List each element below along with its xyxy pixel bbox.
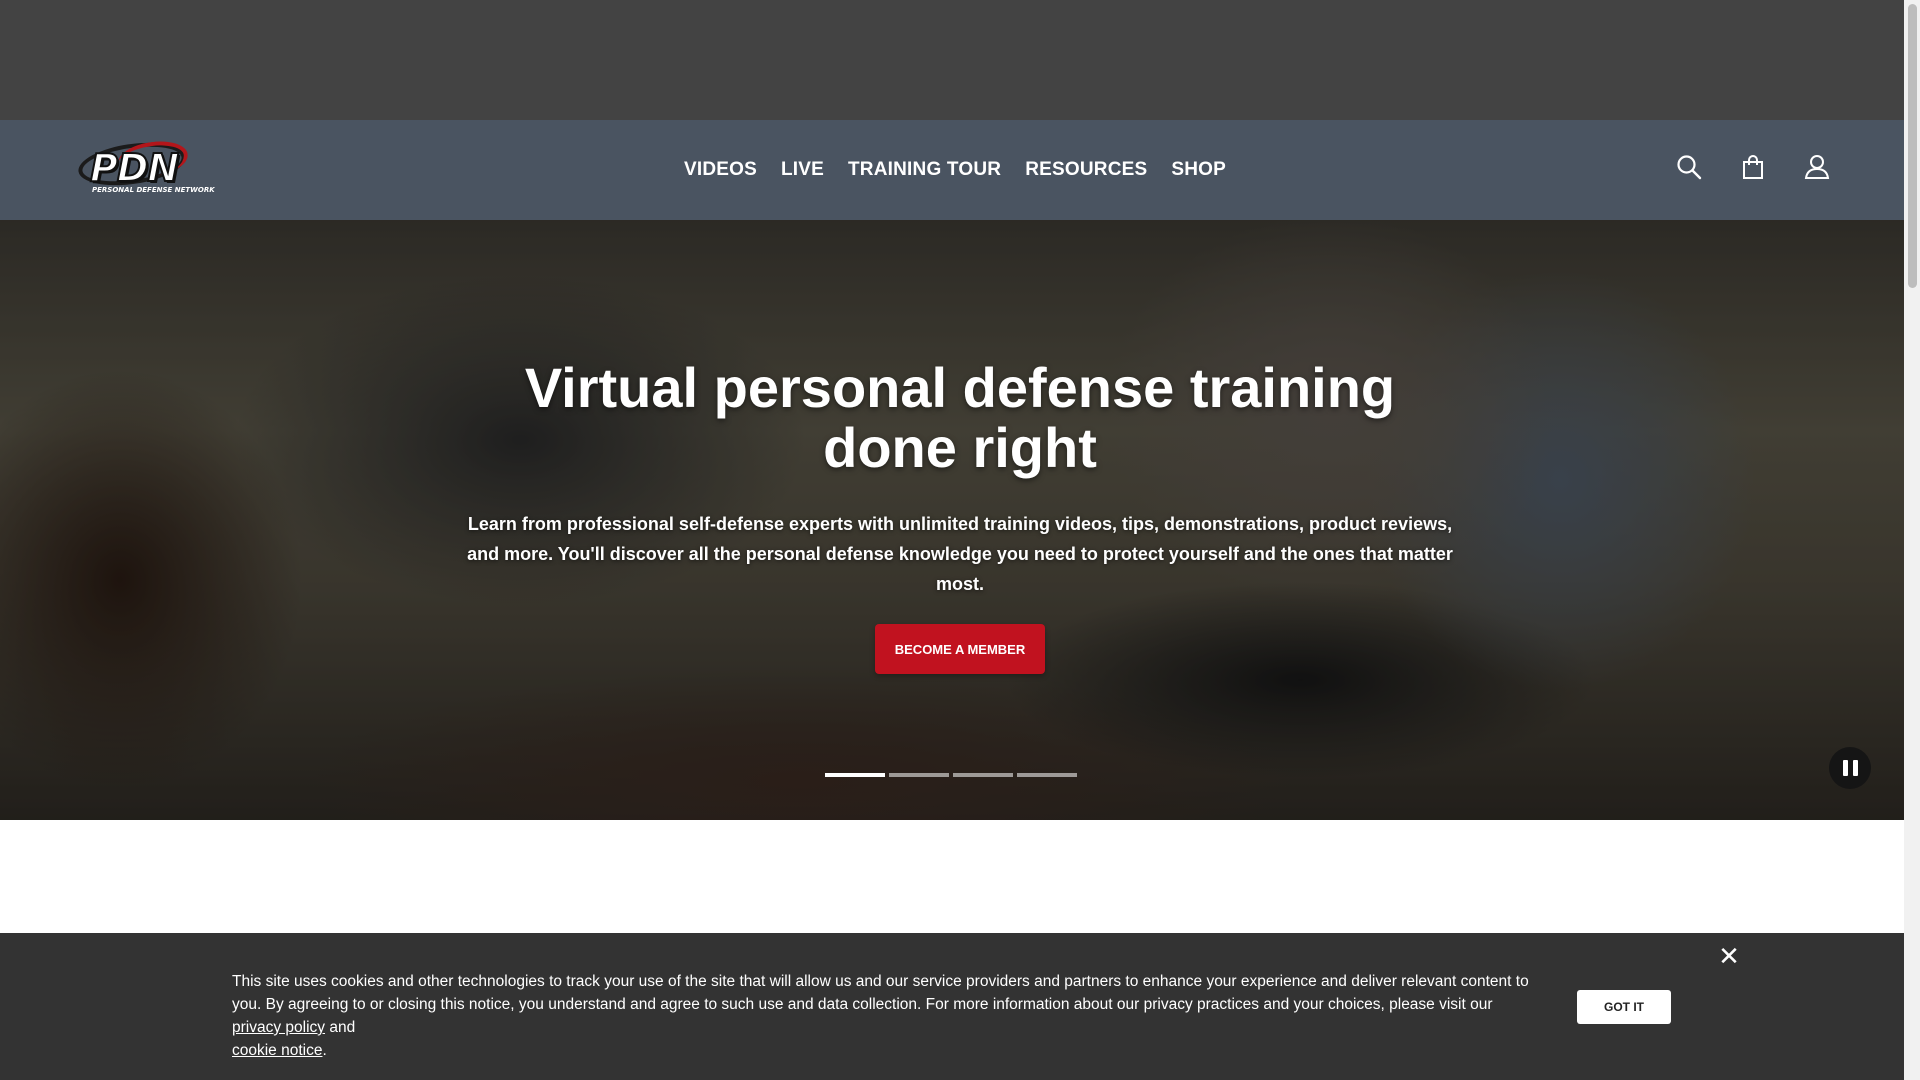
nav-item-training-tour[interactable]: TRAINING TOUR xyxy=(848,159,1001,181)
hero-carousel: Virtual personal defense training done r… xyxy=(0,220,1904,820)
carousel-dot[interactable] xyxy=(889,773,949,777)
carousel-dot[interactable] xyxy=(1017,773,1077,777)
carousel-indicators xyxy=(825,773,1077,777)
nav-item-resources[interactable]: RESOURCES xyxy=(1025,159,1147,181)
header-actions xyxy=(1674,150,1832,184)
search-icon[interactable] xyxy=(1674,150,1704,184)
become-a-member-button[interactable]: BECOME A MEMBER xyxy=(875,624,1045,674)
user-icon[interactable] xyxy=(1802,150,1832,184)
cookie-notice-link[interactable]: cookie notice xyxy=(232,1042,322,1059)
pause-icon xyxy=(1842,760,1848,776)
main-nav: VIDEOS LIVE TRAINING TOUR RESOURCES SHOP xyxy=(0,120,1904,220)
hero-title: Virtual personal defense training done r… xyxy=(524,356,1396,479)
cookie-notice: ✕ This site uses cookies and other techn… xyxy=(0,933,1904,1080)
got-it-button[interactable]: GOT IT xyxy=(1577,990,1671,1024)
cookie-notice-text: This site uses cookies and other technol… xyxy=(232,973,1529,1059)
nav-item-videos[interactable]: VIDEOS xyxy=(684,159,757,181)
scrollbar-thumb[interactable] xyxy=(1908,4,1917,288)
pause-button[interactable] xyxy=(1829,747,1871,789)
close-icon[interactable]: ✕ xyxy=(1716,943,1742,969)
shopping-bag-icon[interactable] xyxy=(1738,150,1768,184)
privacy-policy-link[interactable]: privacy policy xyxy=(232,1019,325,1036)
scrollbar[interactable] xyxy=(1904,0,1920,1080)
site-header: PDN PERSONAL DEFENSE NETWORK VIDEOS LIVE… xyxy=(0,120,1904,220)
carousel-dot[interactable] xyxy=(825,773,885,777)
nav-item-live[interactable]: LIVE xyxy=(781,159,824,181)
logo-subtitle: PERSONAL DEFENSE NETWORK xyxy=(92,186,215,194)
carousel-dot[interactable] xyxy=(953,773,1013,777)
nav-item-shop[interactable]: SHOP xyxy=(1171,159,1226,181)
pdn-logo[interactable]: PDN PERSONAL DEFENSE NETWORK xyxy=(75,136,215,198)
logo-mark: PDN xyxy=(89,145,180,191)
hero-description: Learn from professional self-defense exp… xyxy=(467,514,1453,594)
ad-banner-area xyxy=(0,0,1904,120)
